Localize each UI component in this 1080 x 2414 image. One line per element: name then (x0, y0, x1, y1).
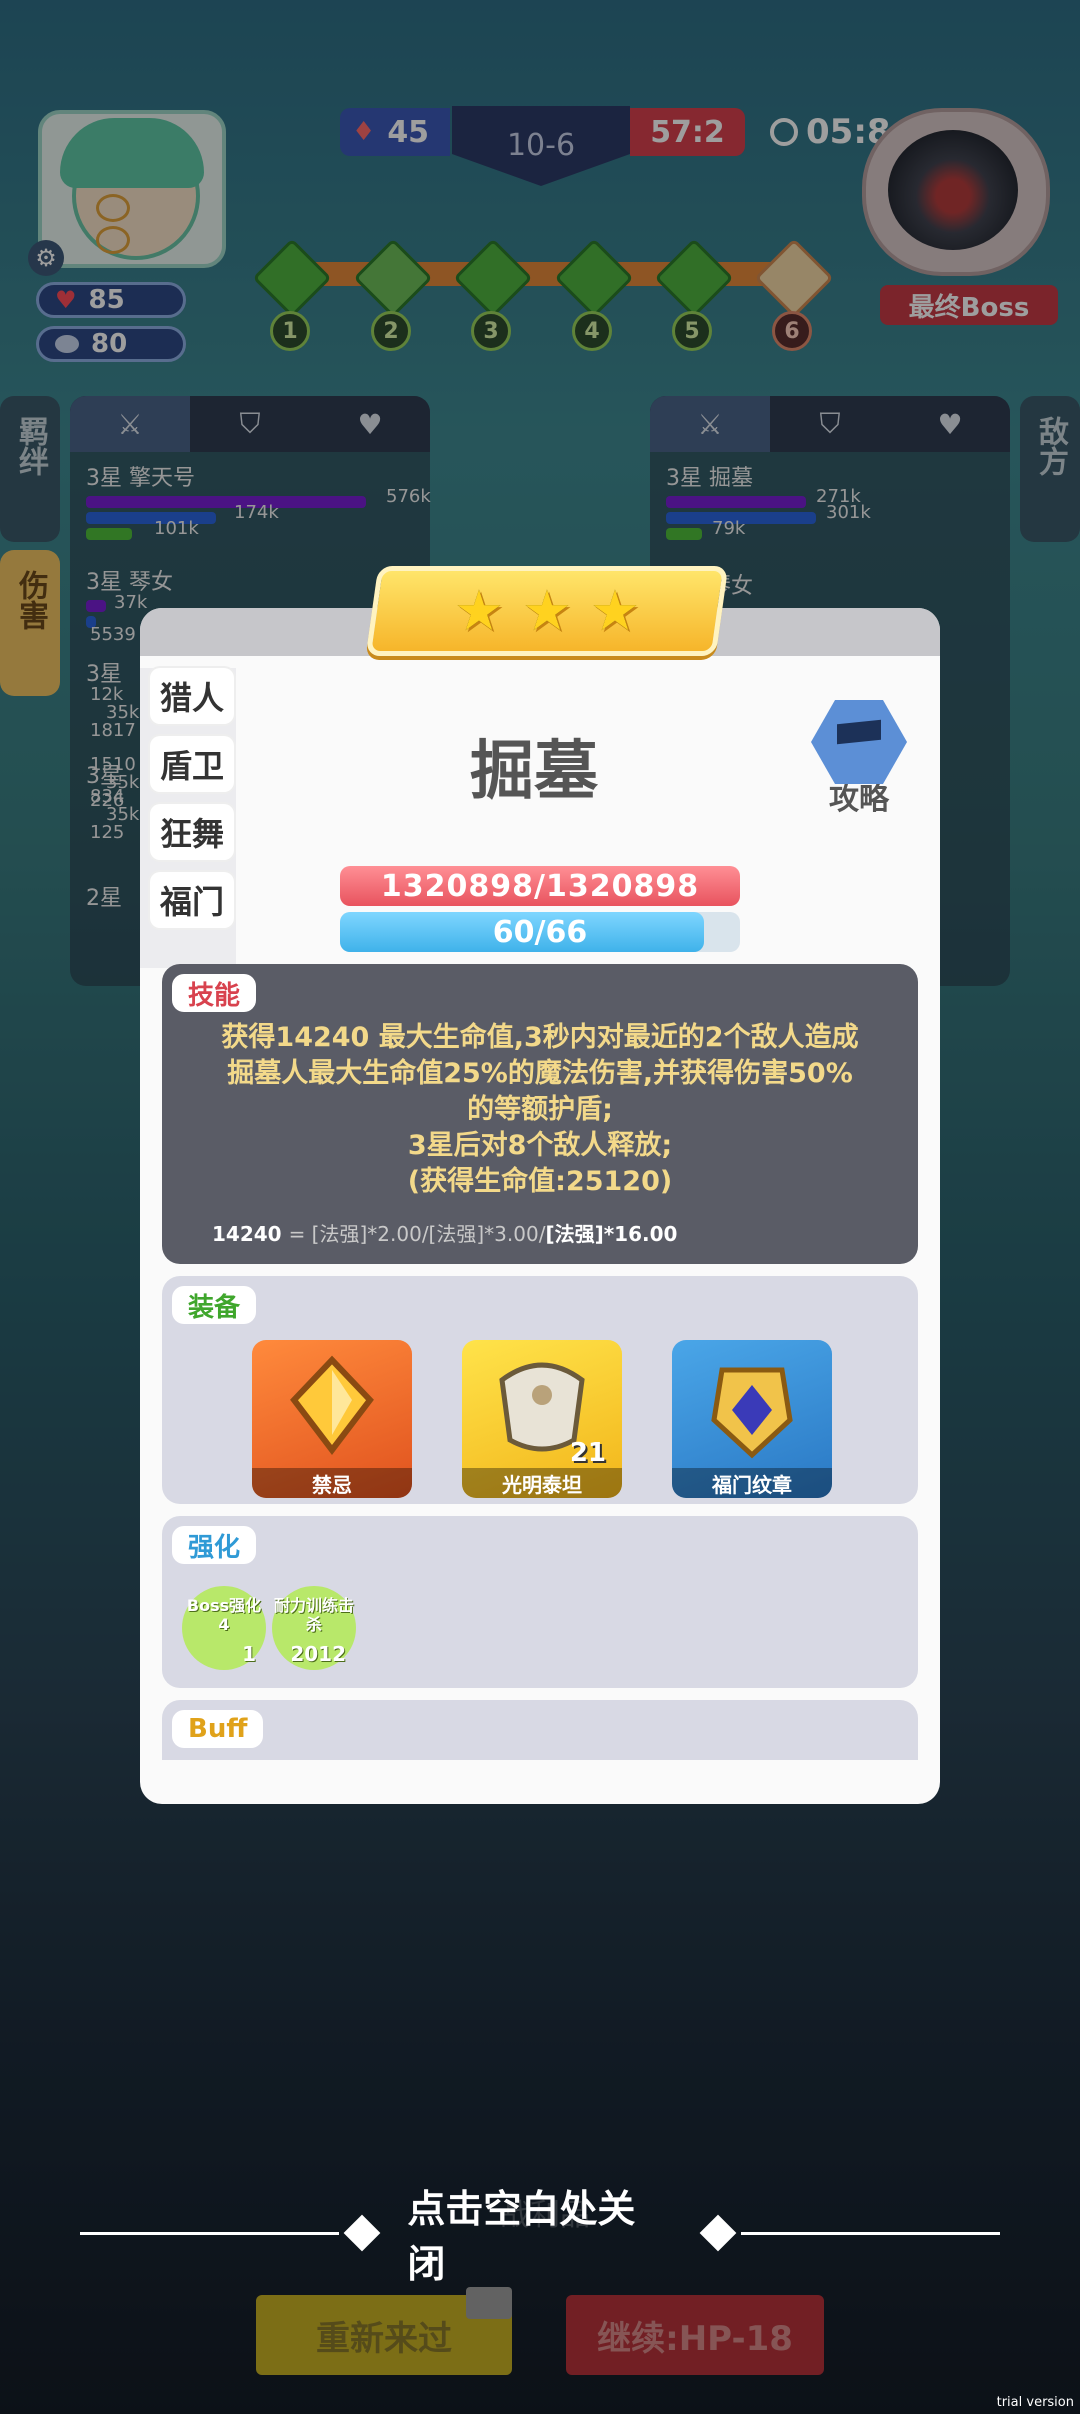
class-tag-guardian[interactable]: 盾卫 (150, 736, 234, 792)
enhance-count: 1 (242, 1642, 256, 1666)
hero-detail-modal: 猎人 盾卫 狂舞 福门 掘墓 攻略 1320898/1320898 60/66 … (140, 608, 940, 1804)
class-tag-fumen[interactable]: 福门 (150, 872, 234, 928)
formula-part: [法强]*16.00 (545, 1222, 678, 1246)
skill-formula: 14240 = [法强]*2.00/[法强]*3.00/[法强]*16.00 (212, 1218, 677, 1247)
equip-name: 福门纹章 (672, 1468, 832, 1498)
guide-button[interactable]: 攻略 (804, 700, 914, 818)
close-hint-text: 点击空白处关闭 (407, 2187, 636, 2286)
equip-name: 禁忌 (252, 1468, 412, 1498)
skill-line: 掘墓人最大生命值25%的魔法伤害,并获得伤害50% (227, 1058, 853, 1089)
formula-value: 14240 (212, 1222, 282, 1246)
star-rating-banner: ★ ★ ★ (365, 566, 729, 656)
hero-hp-bar: 1320898/1320898 (340, 866, 740, 906)
equip-item-titan[interactable]: 21 光明泰坦 (462, 1340, 622, 1498)
skill-label: 技能 (172, 974, 257, 1012)
equip-count: 21 (569, 1438, 606, 1468)
enhance-item-endurance[interactable]: 耐力训练击杀 2012 (272, 1586, 356, 1670)
emblem-icon (711, 1367, 793, 1459)
star-icon: ★ (453, 578, 504, 644)
enhance-count: 2012 (290, 1642, 346, 1666)
hero-hp-text: 1320898/1320898 (380, 868, 700, 904)
equip-name: 光明泰坦 (462, 1468, 622, 1498)
gem-icon (290, 1355, 374, 1455)
skill-line: 3星后对8个敌人释放; (407, 1130, 673, 1161)
skill-description: 获得14240 最大生命值,3秒内对最近的2个敌人造成 掘墓人最大生命值25%的… (202, 1020, 878, 1200)
close-hint[interactable]: 点击空白处关闭 (80, 2187, 1000, 2286)
diamond-icon (343, 2214, 381, 2252)
hero-name: 掘墓 (470, 735, 598, 809)
skill-line: 获得14240 最大生命值,3秒内对最近的2个敌人造成 (221, 1022, 859, 1053)
class-tag-hunter[interactable]: 猎人 (150, 668, 234, 724)
trial-watermark: trial version (996, 2395, 1074, 2410)
enhance-item-boss[interactable]: Boss强化4 1 (182, 1586, 266, 1670)
hero-mana-bar: 60/66 (340, 912, 740, 952)
equip-item-forbidden[interactable]: 禁忌 (252, 1340, 412, 1498)
buff-section: Buff (162, 1700, 918, 1760)
divider (80, 2231, 340, 2235)
enhance-section: 强化 Boss强化4 1 耐力训练击杀 2012 (162, 1516, 918, 1688)
star-icon: ★ (521, 578, 573, 644)
enhance-text: Boss强化4 (186, 1596, 262, 1634)
divider (740, 2231, 1000, 2235)
graduation-cap-icon (811, 700, 907, 784)
skill-line: 的等额护盾; (467, 1094, 613, 1125)
equipment-section: 装备 禁忌 21 光明泰坦 福门纹章 (162, 1276, 918, 1504)
equipment-label: 装备 (172, 1286, 257, 1324)
skill-line: (获得生命值:25120) (407, 1166, 673, 1197)
equip-item-fumen-emblem[interactable]: 福门纹章 (672, 1340, 832, 1498)
enhance-label: 强化 (172, 1526, 257, 1564)
diamond-icon (699, 2214, 737, 2252)
skill-section: 技能 获得14240 最大生命值,3秒内对最近的2个敌人造成 掘墓人最大生命值2… (162, 964, 918, 1264)
buff-label: Buff (172, 1710, 264, 1748)
formula-part: = [法强]*2.00/[法强]*3.00/ (288, 1222, 546, 1246)
class-tag-list: 猎人 盾卫 狂舞 福门 (150, 668, 242, 940)
hero-mana-text: 60/66 (492, 914, 588, 950)
enhance-text: 耐力训练击杀 (273, 1596, 354, 1634)
class-tag-dancer[interactable]: 狂舞 (150, 804, 234, 860)
star-icon: ★ (590, 578, 641, 644)
